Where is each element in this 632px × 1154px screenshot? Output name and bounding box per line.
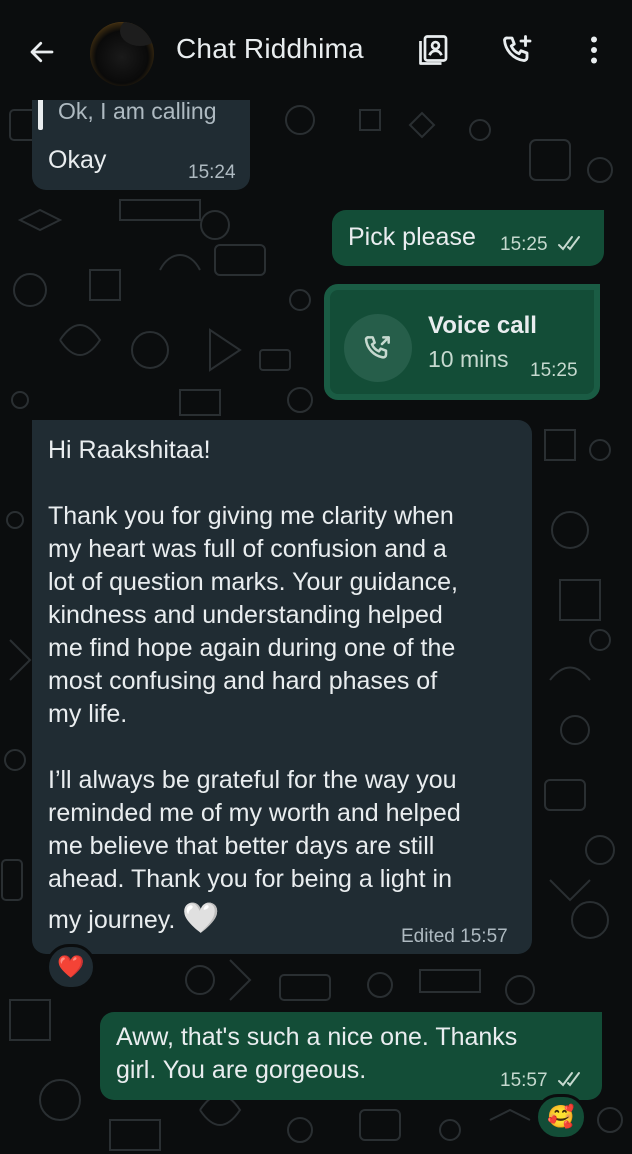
white-heart-emoji: 🤍 <box>182 902 220 935</box>
incoming-message[interactable]: Hi Raakshitaa! Thank you for giving me c… <box>32 420 532 954</box>
text-line: me believe that better days are still <box>48 832 435 860</box>
contact-card-icon <box>419 35 448 65</box>
voice-call-message[interactable]: Voice call 10 mins 15:25 <box>324 284 600 400</box>
edited-time: Edited 15:57 <box>401 926 508 947</box>
message-text: Pick please <box>348 223 476 251</box>
smiling-face-hearts-emoji: 🥰 <box>547 1104 575 1129</box>
outgoing-message[interactable]: Aww, that's such a nice one. Thanks girl… <box>100 1012 602 1100</box>
message-time-block: 15:25 <box>500 234 585 256</box>
avatar[interactable] <box>90 22 154 86</box>
outgoing-call-icon <box>364 336 390 359</box>
chat-header: Chat Riddhima <box>0 0 632 100</box>
text-line: kindness and understanding helped <box>48 601 443 629</box>
message-time-block: 15:57 <box>500 1070 585 1092</box>
voice-call-icon-circle <box>344 314 412 382</box>
text-line: my journey. <box>48 906 176 934</box>
outgoing-message[interactable]: Pick please 15:25 <box>332 210 604 266</box>
reaction-badge[interactable]: 🥰 <box>535 1094 587 1140</box>
message-paragraph-2: I’ll always be grateful for the way you … <box>48 764 528 937</box>
text-line: Thank you for giving me clarity when <box>48 502 454 530</box>
text-line: Aww, that's such a nice one. Thanks <box>116 1023 518 1051</box>
voice-call-duration: 10 mins <box>428 346 509 372</box>
message-text: Okay <box>48 146 107 174</box>
text-line: I’ll always be grateful for the way you <box>48 766 457 794</box>
text-line: ahead. Thank you for being a light in <box>48 865 452 893</box>
back-button[interactable] <box>22 32 62 72</box>
reaction-badge[interactable]: ❤️ <box>46 944 96 990</box>
more-vert-icon <box>591 36 597 64</box>
message-time: 15:57 <box>500 1070 548 1091</box>
add-call-icon <box>503 35 532 62</box>
text-line: lot of question marks. Your guidance, <box>48 568 458 596</box>
chat-title[interactable]: Chat Riddhima <box>176 33 364 65</box>
menu-button[interactable] <box>574 30 614 70</box>
view-contact-button[interactable] <box>414 30 454 70</box>
text-line: my life. <box>48 700 128 728</box>
text-line: reminded me of my worth and helped <box>48 799 461 827</box>
message-time: 15:25 <box>500 234 548 255</box>
double-check-icon <box>557 1072 580 1087</box>
message-paragraph-1: Thank you for giving me clarity when my … <box>48 500 528 731</box>
quoted-text: Ok, I am calling <box>58 98 217 124</box>
double-check-icon <box>557 236 580 251</box>
voice-call-title: Voice call <box>428 312 537 339</box>
text-line: most confusing and hard phases of <box>48 667 438 695</box>
text-line: me find hope again during one of the <box>48 634 456 662</box>
message-greeting: Hi Raakshitaa! <box>48 436 211 464</box>
back-arrow-icon <box>30 41 54 63</box>
text-line: my heart was full of confusion and a <box>48 535 447 563</box>
heart-reaction-emoji: ❤️ <box>57 954 85 979</box>
quoted-message[interactable]: Ok, I am calling <box>36 96 244 130</box>
add-call-button[interactable] <box>498 30 538 70</box>
message-time: 15:25 <box>530 360 578 381</box>
message-time: 15:24 <box>188 162 236 183</box>
